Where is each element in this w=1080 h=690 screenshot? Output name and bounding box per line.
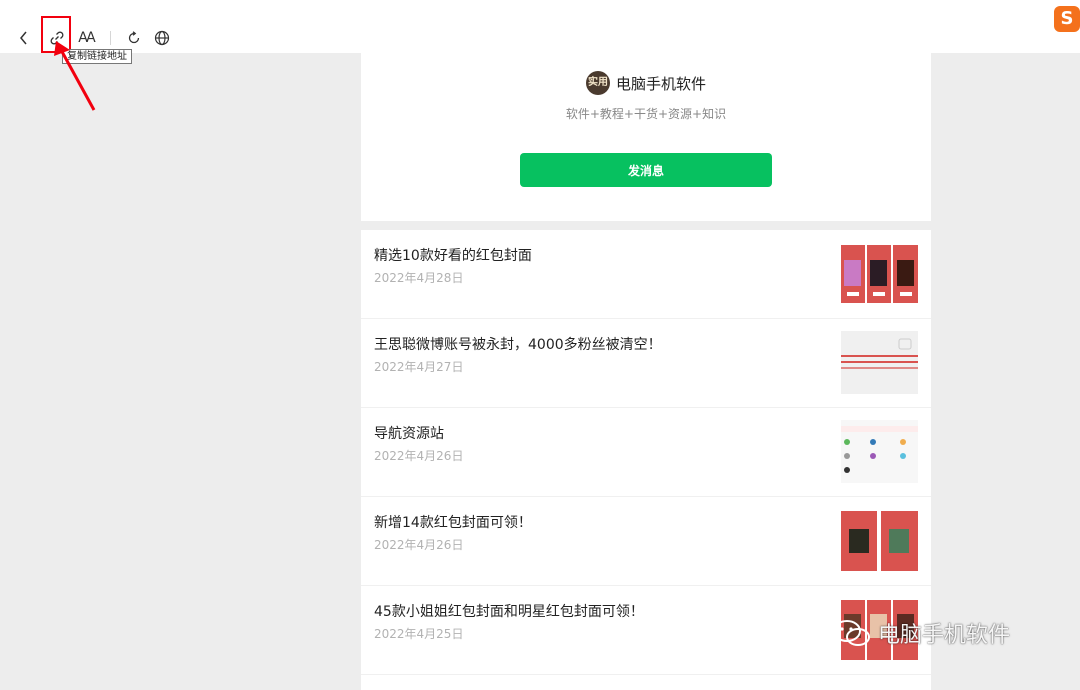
article-thumbnail: [841, 420, 918, 483]
back-button[interactable]: [14, 28, 34, 48]
article-title: 导航资源站: [374, 426, 444, 442]
wechat-icon: [833, 620, 870, 646]
account-description: 软件+教程+干货+资源+知识: [565, 107, 727, 121]
red-arrow-annotation: [54, 41, 96, 111]
article-item[interactable]: 新增14款红包封面可领！ 2022年4月26日: [361, 497, 931, 586]
article-item[interactable]: 导航资源站 2022年4月26日: [361, 408, 931, 497]
article-date: 2022年4月28日: [374, 271, 464, 285]
browser-toolbar: AA S: [0, 0, 1080, 53]
wechat-watermark: 电脑手机软件: [832, 617, 1010, 649]
article-item[interactable]: 王思聪微博账号被永封，4000多粉丝被清空！ 2022年4月27日: [361, 319, 931, 408]
watermark-text: 电脑手机软件: [878, 623, 1011, 648]
article-thumbnail: [841, 331, 918, 394]
refresh-icon: [128, 31, 140, 44]
article-title: 45款小姐姐红包封面和明星红包封面可领！: [374, 604, 644, 620]
back-icon: [20, 31, 27, 45]
article-title: 新增14款红包封面可领！: [374, 515, 532, 531]
account-profile-card: 实用 电脑手机软件 软件+教程+干货+资源+知识 发消息: [361, 53, 931, 221]
open-in-browser-button[interactable]: [152, 28, 172, 48]
article-item[interactable]: 精选10款好看的红包封面 2022年4月28日: [361, 230, 931, 319]
article-date: 2022年4月25日: [374, 627, 464, 641]
sogou-ime-logo[interactable]: S: [1054, 6, 1080, 32]
article-date: 2022年4月26日: [374, 538, 464, 552]
article-date: 2022年4月26日: [374, 449, 464, 463]
article-title: 王思聪微博账号被永封，4000多粉丝被清空！: [374, 337, 662, 353]
article-thumbnail: [841, 242, 918, 305]
globe-icon: [154, 30, 170, 46]
account-name: 电脑手机软件: [615, 74, 706, 93]
article-date: 2022年4月27日: [374, 360, 464, 374]
account-avatar[interactable]: 实用: [585, 71, 610, 95]
profile-header: 实用 电脑手机软件: [361, 71, 931, 95]
article-thumbnail: [841, 509, 918, 572]
refresh-button[interactable]: [124, 28, 144, 48]
article-title: 精选10款好看的红包封面: [374, 248, 532, 264]
send-message-button[interactable]: 发消息: [520, 153, 772, 187]
toolbar-divider: [110, 31, 111, 45]
